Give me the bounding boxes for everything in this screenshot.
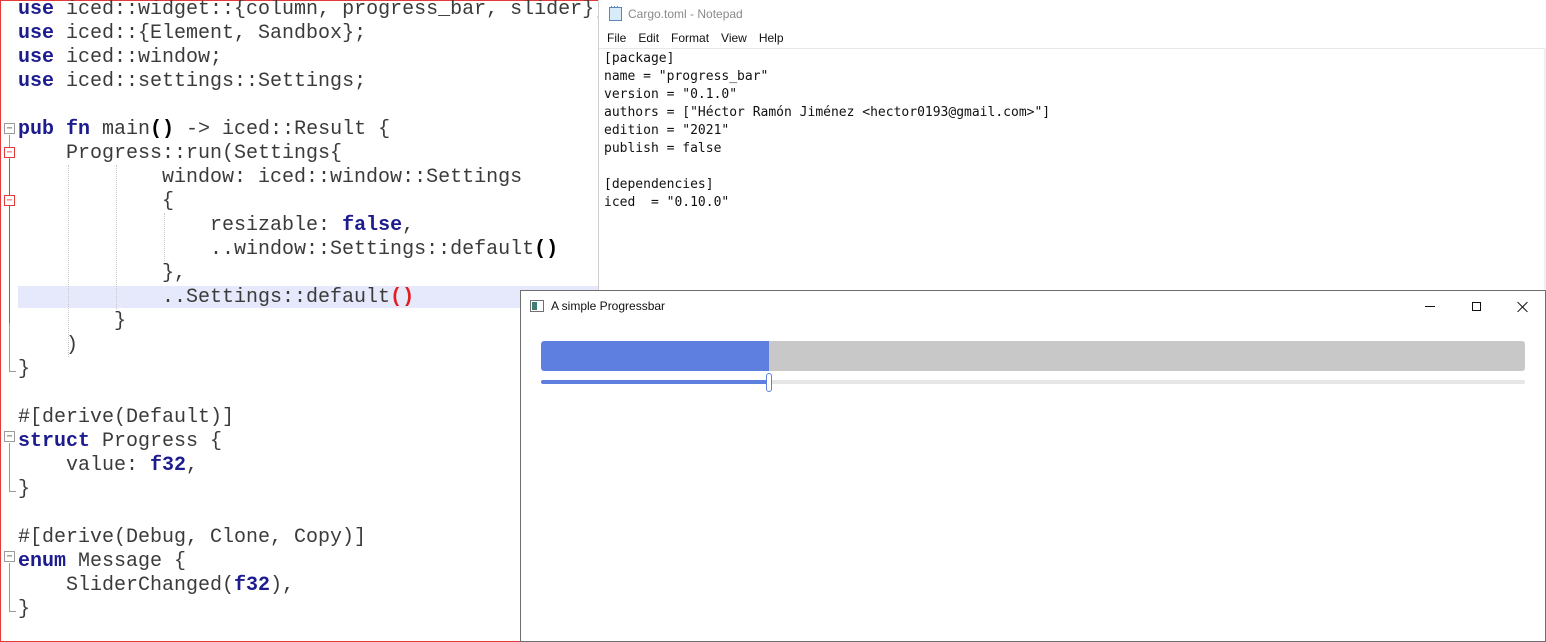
text-line: iced = "0.10.0" (604, 195, 730, 210)
code-line: } (18, 598, 31, 621)
fold-toggle-enum[interactable]: − (4, 551, 15, 562)
fold-end-main (9, 371, 16, 372)
text-line: authors = ["Héctor Ramón Jiménez <hector… (604, 105, 1051, 120)
code-line: enum Message { (18, 550, 187, 573)
app-titlebar[interactable]: A simple Progressbar (521, 291, 1545, 321)
maximize-button[interactable] (1453, 291, 1499, 321)
text-line: name = "progress_bar" (604, 69, 769, 84)
code-line: } (18, 310, 127, 333)
minimize-button[interactable] (1407, 291, 1453, 321)
code-line: { (18, 190, 175, 213)
fold-line-run (9, 159, 10, 323)
app-title: A simple Progressbar (551, 299, 666, 313)
code-line: SliderChanged(f32), (18, 574, 295, 597)
code-line: resizable: false, (18, 214, 415, 237)
fold-toggle-settings-block[interactable]: − (4, 195, 15, 206)
code-line: use iced::settings::Settings; (18, 70, 367, 93)
code-line: } (18, 358, 31, 381)
menu-help[interactable]: Help (759, 31, 784, 45)
code-line: use iced::widget::{column, progress_bar,… (18, 0, 607, 21)
fold-toggle-run[interactable]: − (4, 147, 15, 158)
progress-slider[interactable] (541, 373, 1525, 393)
code-line: #[derive(Default)] (18, 406, 235, 429)
code-line: Progress::run(Settings{ (18, 142, 343, 165)
notepad-window[interactable]: Cargo.toml - Notepad File Edit Format Vi… (598, 0, 1546, 292)
code-line: window: iced::window::Settings (18, 166, 523, 189)
text-line: version = "0.1.0" (604, 87, 738, 102)
close-button[interactable] (1499, 291, 1545, 321)
text-line: [package] (604, 51, 675, 66)
text-line: [dependencies] (604, 177, 714, 192)
code-line: #[derive(Debug, Clone, Copy)] (18, 526, 367, 549)
minimize-icon (1425, 305, 1435, 307)
code-line: ..window::Settings::default() (18, 238, 559, 261)
code-line: struct Progress { (18, 430, 223, 453)
notepad-titlebar[interactable]: Cargo.toml - Notepad (599, 0, 1546, 28)
fold-toggle-struct[interactable]: − (4, 431, 15, 442)
code-line: } (18, 478, 31, 501)
code-line: ) (18, 334, 79, 357)
menu-format[interactable]: Format (671, 31, 709, 45)
menu-file[interactable]: File (607, 31, 626, 45)
notepad-menubar: File Edit Format View Help (599, 28, 1546, 48)
text-line: publish = false (604, 141, 722, 156)
fold-toggle-main[interactable]: − (4, 123, 15, 134)
close-icon (1517, 301, 1528, 312)
fold-line-enum (9, 563, 10, 611)
fold-end-enum (9, 611, 16, 612)
menu-edit[interactable]: Edit (638, 31, 659, 45)
code-line: value: f32, (18, 454, 199, 477)
text-line: edition = "2021" (604, 123, 730, 138)
slider-rail-fill (541, 380, 770, 384)
maximize-icon (1471, 301, 1481, 311)
progress-bar-fill (541, 341, 770, 371)
code-line: use iced::{Element, Sandbox}; (18, 22, 367, 45)
menu-view[interactable]: View (721, 31, 747, 45)
progressbar-app-window[interactable]: A simple Progressbar (520, 290, 1546, 642)
menubar-divider (599, 48, 1546, 49)
code-line-current: ..Settings::default() (18, 286, 415, 309)
fold-line-struct (9, 443, 10, 491)
app-window-icon (530, 300, 544, 312)
slider-handle[interactable] (766, 373, 773, 392)
source-code: use iced::widget::{column, progress_bar,… (18, 0, 606, 622)
notepad-title: Cargo.toml - Notepad (628, 7, 743, 21)
code-line: pub fn main() -> iced::Result { (18, 118, 391, 141)
code-line: use iced::window; (18, 46, 223, 69)
fold-end-struct (9, 491, 16, 492)
progress-bar (541, 341, 1525, 371)
notepad-icon (609, 6, 622, 21)
text-line (604, 158, 1050, 176)
code-line: }, (18, 262, 187, 285)
notepad-text-area[interactable]: [package] name = "progress_bar"version = … (604, 50, 1050, 212)
